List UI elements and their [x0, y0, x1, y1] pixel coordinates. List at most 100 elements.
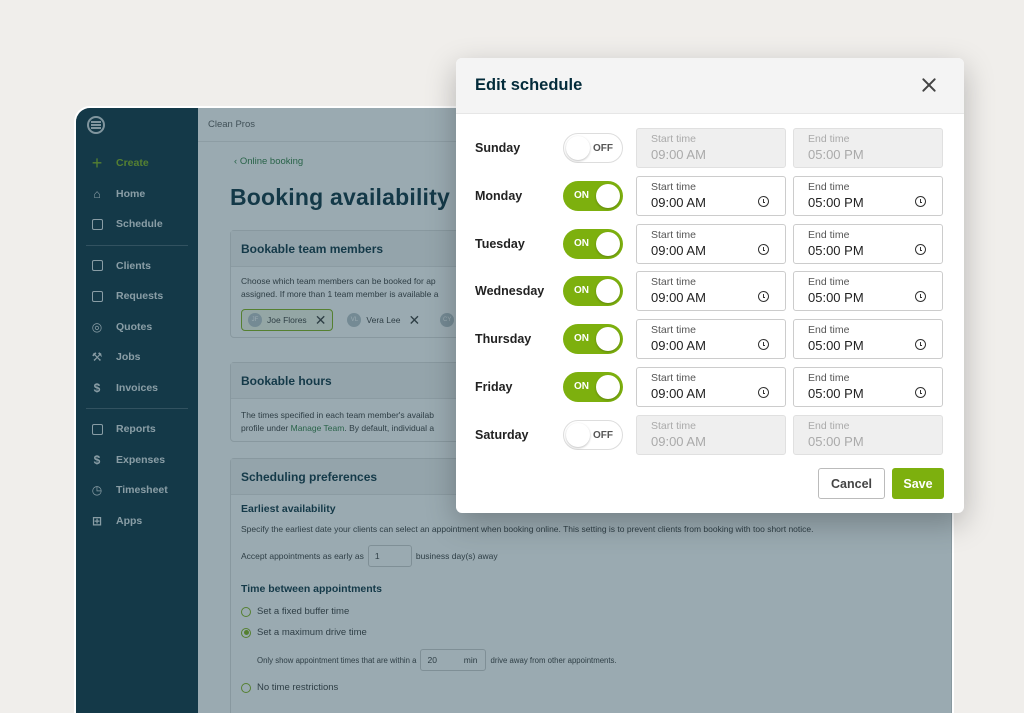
toggle-label: ON	[574, 238, 589, 249]
time-between-title: Time between appointments	[241, 583, 382, 595]
radio-option[interactable]: Set a maximum drive time	[231, 622, 951, 643]
field-value: 09:00 AM	[651, 338, 706, 353]
day-toggle[interactable]: ON	[563, 372, 623, 402]
field-label: Start time	[651, 229, 696, 241]
breadcrumb[interactable]: ‹ Online booking	[234, 156, 303, 167]
logo-icon[interactable]	[87, 116, 105, 134]
clock-icon[interactable]	[758, 244, 769, 255]
day-toggle[interactable]: ON	[563, 181, 623, 211]
field-label: Start time	[651, 181, 696, 193]
drive-time-input[interactable]: 20 min	[420, 649, 487, 671]
sidebar-item-apps[interactable]: ⊞ Apps	[76, 506, 198, 537]
sidebar-item-label: Apps	[116, 514, 143, 527]
sidebar: + Create ⌂ Home Schedule Clients Request…	[76, 108, 198, 713]
end-time-field[interactable]: End time 05:00 PM	[793, 319, 943, 359]
save-button[interactable]: Save	[892, 468, 944, 499]
close-icon[interactable]: ✕	[408, 313, 420, 327]
manage-team-link[interactable]: Manage Team	[291, 423, 345, 433]
toggle-knob	[596, 184, 620, 208]
sidebar-item-label: Timesheet	[116, 484, 168, 497]
business-days-input[interactable]: 1	[367, 545, 412, 567]
field-value: 09:00 AM	[651, 243, 706, 258]
sidebar-item-clients[interactable]: Clients	[76, 251, 198, 282]
drive-time-unit: min	[463, 655, 478, 665]
start-time-field[interactable]: Start time 09:00 AM	[636, 367, 786, 407]
field-value: 05:00 PM	[808, 290, 864, 305]
radio-option[interactable]: No time restrictions	[231, 677, 951, 698]
day-toggle[interactable]: ON	[563, 229, 623, 259]
sidebar-item-label: Reports	[116, 423, 156, 436]
apps-icon: ⊞	[91, 513, 103, 528]
edit-schedule-modal: Edit schedule Sunday OFF Start time 09:0…	[456, 58, 964, 513]
radio-button[interactable]	[241, 627, 251, 638]
start-time-field[interactable]: Start time 09:00 AM	[636, 224, 786, 264]
clock-icon[interactable]	[915, 291, 926, 302]
page-title: Booking availability	[230, 184, 450, 210]
toggle-label: OFF	[593, 143, 613, 154]
radio-button[interactable]	[241, 682, 251, 693]
cancel-button[interactable]: Cancel	[818, 468, 885, 499]
drive-time-value: 20	[427, 655, 437, 665]
sidebar-item-label: Home	[116, 187, 146, 200]
day-toggle[interactable]: ON	[563, 276, 623, 306]
field-value: 05:00 PM	[808, 434, 864, 449]
day-row-friday: Friday ON Start time 09:00 AM End time 0…	[456, 367, 964, 407]
day-row-sunday: Sunday OFF Start time 09:00 AM End time …	[456, 128, 964, 168]
sidebar-divider	[86, 244, 188, 246]
start-time-field[interactable]: Start time 09:00 AM	[636, 319, 786, 359]
clock-icon[interactable]	[915, 339, 926, 350]
sidebar-item-requests[interactable]: Requests	[76, 281, 198, 312]
close-icon[interactable]: ✕	[315, 313, 327, 327]
start-time-field: Start time 09:00 AM	[636, 415, 786, 455]
field-label: End time	[808, 133, 850, 145]
day-toggle[interactable]: OFF	[563, 420, 623, 450]
day-toggle[interactable]: ON	[563, 324, 623, 354]
field-label: End time	[808, 276, 850, 288]
field-label: End time	[808, 229, 850, 241]
reports-icon	[90, 422, 104, 436]
clock-icon[interactable]	[758, 387, 769, 398]
sidebar-item-quotes[interactable]: ◎ Quotes	[76, 312, 198, 343]
sidebar-item-label: Clients	[116, 259, 152, 272]
radio-label: No time restrictions	[257, 682, 339, 693]
radio-button[interactable]	[241, 606, 251, 617]
team-member-chip[interactable]: JF Joe Flores ✕	[241, 309, 334, 331]
field-label: Start time	[651, 372, 696, 384]
clock-icon[interactable]	[758, 291, 769, 302]
hammer-icon: ⚒	[91, 350, 103, 365]
sidebar-item-jobs[interactable]: ⚒ Jobs	[76, 342, 198, 373]
end-time-field[interactable]: End time 05:00 PM	[793, 367, 943, 407]
clock-icon[interactable]	[758, 339, 769, 350]
sidebar-item-label: Invoices	[116, 381, 159, 394]
clock-icon[interactable]	[915, 387, 926, 398]
start-time-field[interactable]: Start time 09:00 AM	[636, 271, 786, 311]
end-time-field[interactable]: End time 05:00 PM	[793, 271, 943, 311]
sidebar-item-create[interactable]: + Create	[76, 148, 198, 179]
day-toggle[interactable]: OFF	[563, 133, 623, 163]
sidebar-item-timesheet[interactable]: ◷ Timesheet	[76, 475, 198, 506]
field-value: 09:00 AM	[651, 195, 706, 210]
sidebar-item-home[interactable]: ⌂ Home	[76, 179, 198, 210]
toggle-knob	[596, 232, 620, 256]
day-label: Thursday	[475, 332, 532, 346]
clock-icon[interactable]	[758, 196, 769, 207]
sidebar-item-expenses[interactable]: $ Expenses	[76, 445, 198, 476]
field-label: End time	[808, 181, 850, 193]
sidebar-divider	[86, 408, 188, 409]
end-time-field[interactable]: End time 05:00 PM	[793, 224, 943, 264]
field-value: 09:00 AM	[651, 434, 706, 449]
avatar: CY	[440, 313, 455, 327]
sidebar-item-reports[interactable]: Reports	[76, 414, 198, 445]
field-label: Start time	[651, 276, 696, 288]
close-icon[interactable]	[920, 76, 938, 94]
toggle-label: ON	[574, 190, 589, 201]
sidebar-item-label: Requests	[116, 290, 164, 303]
sidebar-item-schedule[interactable]: Schedule	[76, 209, 198, 240]
start-time-field[interactable]: Start time 09:00 AM	[636, 176, 786, 216]
sidebar-item-invoices[interactable]: $ Invoices	[76, 373, 198, 404]
end-time-field[interactable]: End time 05:00 PM	[793, 176, 943, 216]
team-member-chip[interactable]: VL Vera Lee ✕	[341, 309, 426, 331]
radio-option[interactable]: Set a fixed buffer time	[231, 601, 951, 622]
clock-icon[interactable]	[915, 196, 926, 207]
clock-icon[interactable]	[915, 244, 926, 255]
